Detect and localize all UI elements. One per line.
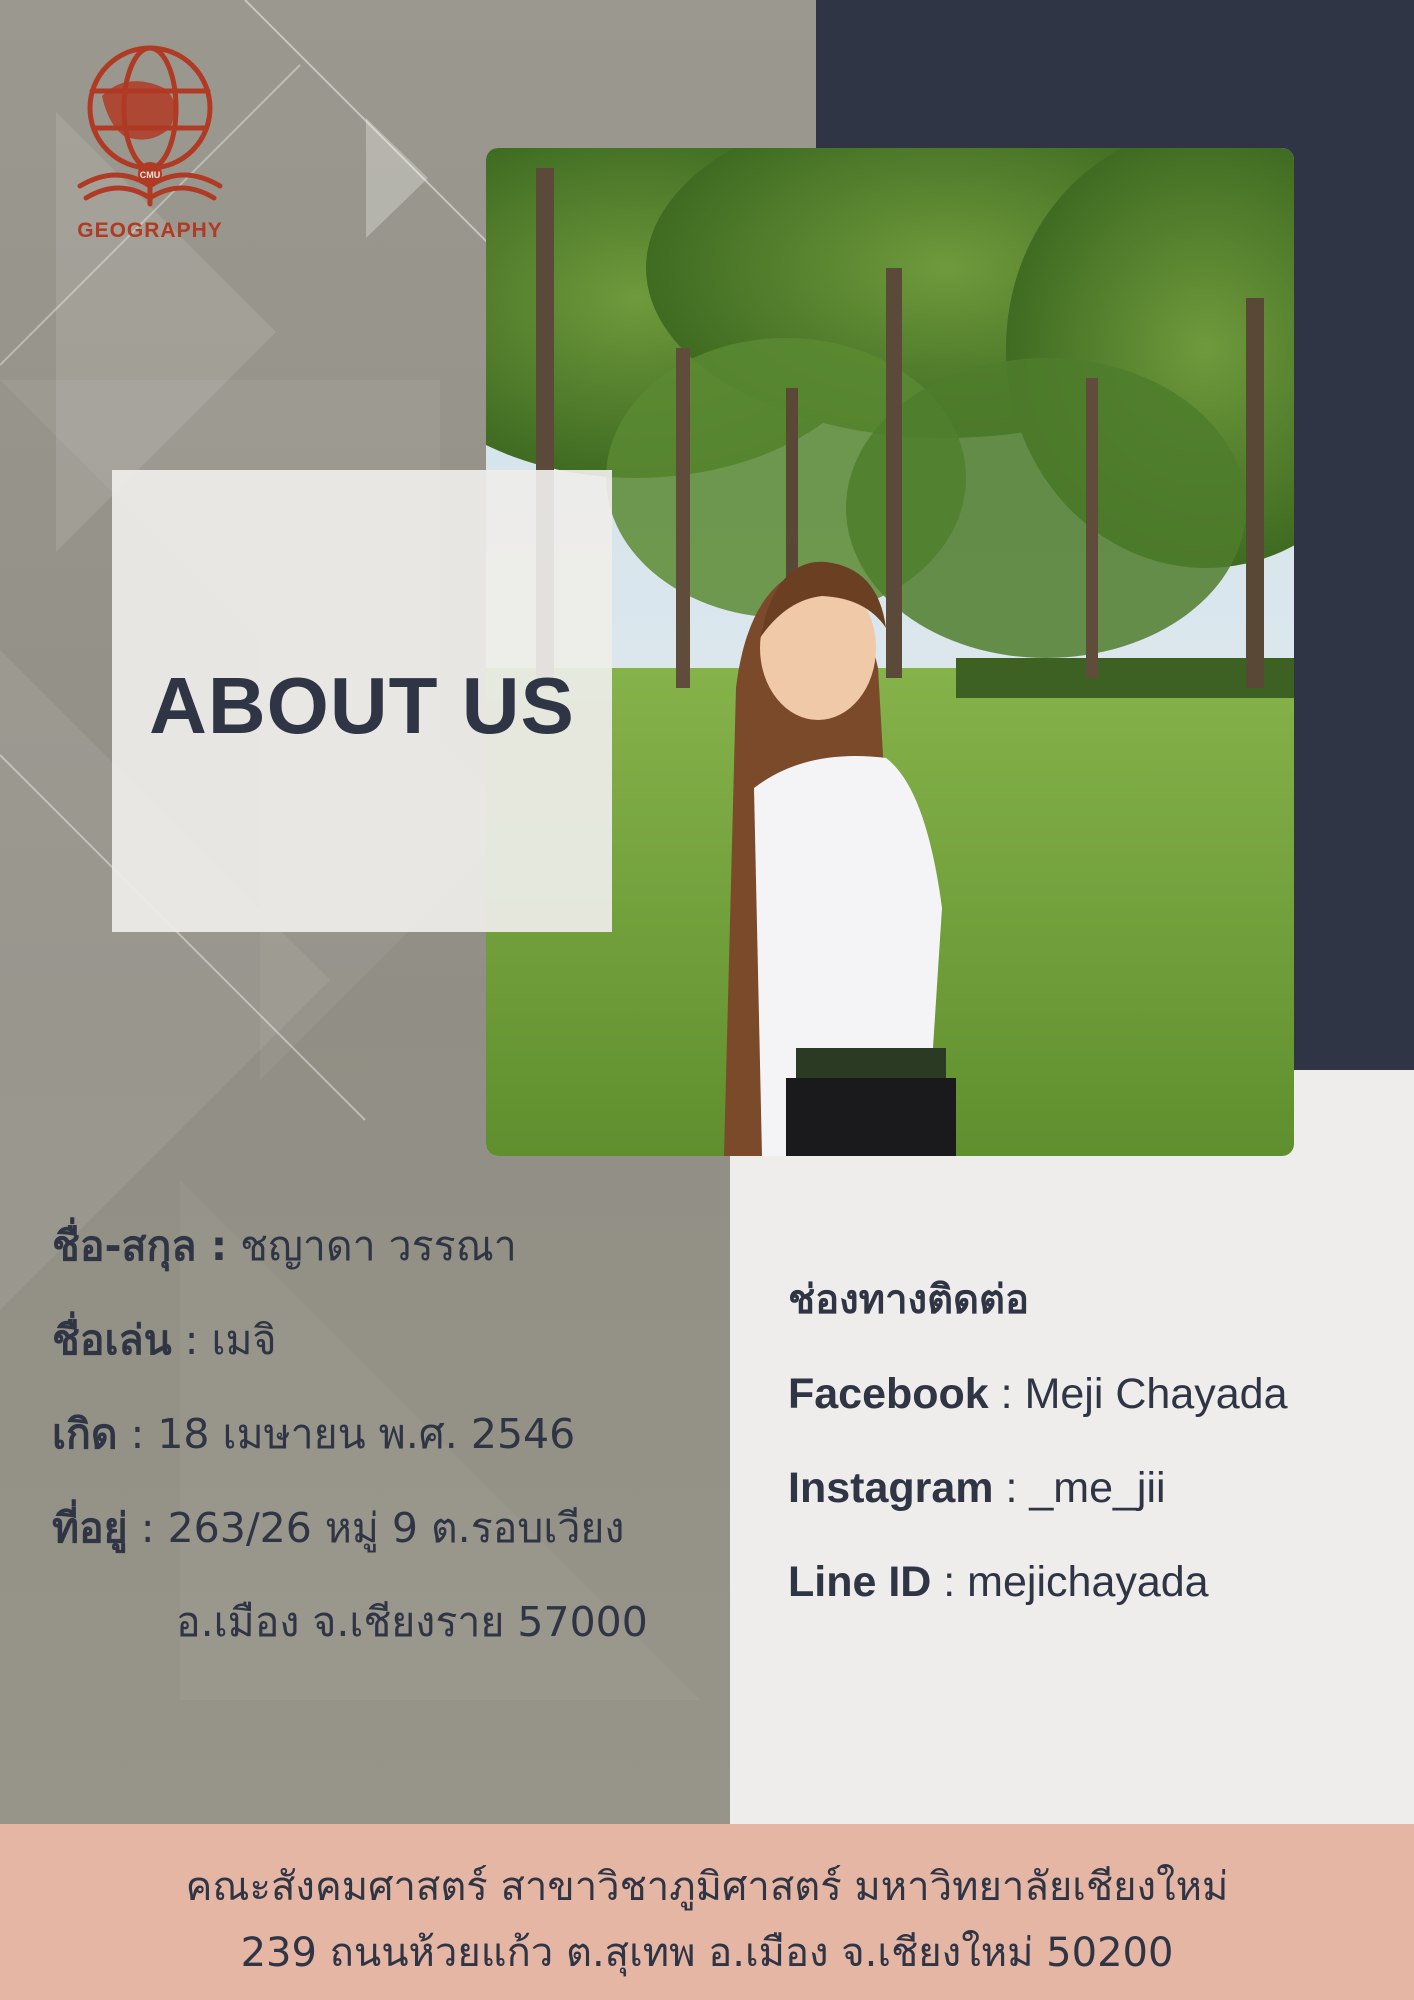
instagram-value: : _me_jii	[993, 1464, 1166, 1512]
name-value: ชญาดา วรรณา	[240, 1222, 517, 1270]
address-label: ที่อยู่	[52, 1504, 128, 1552]
nickname-value: : เมจิ	[171, 1316, 277, 1364]
line-id-label: Line ID	[788, 1558, 932, 1606]
line-id-row: Line ID : mejichayada	[788, 1554, 1408, 1610]
nickname-row: ชื่อเล่น : เมจิ	[52, 1312, 732, 1368]
svg-text:CMU: CMU	[140, 170, 161, 180]
birth-value: : 18 เมษายน พ.ศ. 2546	[117, 1410, 576, 1458]
globe-book-icon: CMU	[77, 45, 223, 207]
about-us-card: ABOUT US	[112, 470, 612, 932]
address-line2: อ.เมือง จ.เชียงราย 57000	[176, 1598, 648, 1646]
contact-section: ช่องทางติดต่อ Facebook : Meji Chayada In…	[788, 1272, 1408, 1648]
name-row: ชื่อ-สกุล : ชญาดา วรรณา	[52, 1218, 732, 1274]
nickname-label: ชื่อเล่น	[52, 1316, 172, 1364]
geography-logo: CMU GEOGRAPHY	[72, 36, 228, 246]
about-us-poster: CMU GEOGRAPHY ABOUT US ชื่อ-สกุล: ชญาดา…	[0, 0, 1414, 2000]
name-label: ชื่อ-สกุล :	[52, 1222, 228, 1270]
about-us-title: ABOUT US	[149, 661, 575, 750]
address-value: : 263/26 หมู่ 9 ต.รอบเวียง	[127, 1504, 625, 1552]
facebook-label: Facebook	[788, 1370, 989, 1418]
footer-address: 239 ถนนห้วยแก้ว ต.สุเทพ อ.เมือง จ.เชียงใ…	[240, 1930, 1174, 1976]
contact-title: ช่องทางติดต่อ	[788, 1277, 1030, 1323]
personal-info: ชื่อ-สกุล : ชญาดา วรรณา ชื่อเล่น : เมจิ …	[52, 1218, 732, 1688]
instagram-label: Instagram	[788, 1464, 994, 1512]
facebook-value: : Meji Chayada	[988, 1370, 1288, 1418]
footer-faculty: คณะสังคมศาสตร์ สาขาวิชาภูมิศาสตร์ มหาวิท…	[185, 1864, 1229, 1910]
line-id-value: : mejichayada	[931, 1558, 1209, 1606]
address-row: ที่อยู่ : 263/26 หมู่ 9 ต.รอบเวียง	[52, 1500, 732, 1556]
logo-wordmark: GEOGRAPHY	[77, 219, 223, 242]
instagram-row: Instagram : _me_jii	[788, 1460, 1408, 1516]
birth-row: เกิด : 18 เมษายน พ.ศ. 2546	[52, 1406, 732, 1462]
footer-band: คณะสังคมศาสตร์ สาขาวิชาภูมิศาสตร์ มหาวิท…	[0, 1824, 1414, 2000]
facebook-row: Facebook : Meji Chayada	[788, 1366, 1408, 1422]
birth-label: เกิด	[52, 1410, 118, 1458]
